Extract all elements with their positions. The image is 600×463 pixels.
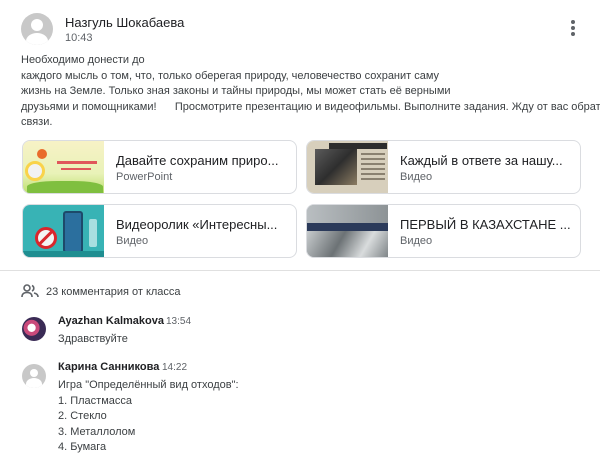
divider [0, 270, 600, 271]
avatar [22, 364, 46, 388]
comment-text: Игра "Определённый вид отходов": 1. Плас… [58, 378, 239, 456]
attachment-title: ПЕРВЫЙ В КАЗАХСТАНЕ ... [400, 217, 571, 232]
attachment-video[interactable]: Видеоролик «Интересны... Видео [22, 204, 297, 258]
comment-text: Здравствуйте [58, 332, 128, 348]
attachment-video[interactable]: ПЕРВЫЙ В КАЗАХСТАНЕ ... Видео [306, 204, 581, 258]
comment-line: Игра "Определённый вид отходов": [58, 379, 239, 391]
post-body-line: связи. [21, 116, 53, 129]
rubble-video-thumbnail [307, 205, 388, 257]
eco-video-thumbnail [23, 205, 104, 257]
attachment-presentation[interactable]: Давайте сохраним приро... PowerPoint [22, 140, 297, 194]
post-body-line: жизнь на Земле. Только зная законы и тай… [21, 85, 451, 98]
comment-line: 1. Пластмасса [58, 394, 133, 407]
post-body-line: друзьями и помощниками! Просмотрите през… [21, 100, 600, 113]
attachment-type: Видео [400, 171, 433, 183]
comment-line: 3. Металлолом [58, 425, 136, 438]
author-avatar[interactable] [21, 13, 53, 45]
attachment-title: Видеоролик «Интересны... [116, 217, 278, 232]
class-comments-link[interactable]: 23 комментария от класса [46, 286, 181, 298]
presentation-thumbnail [23, 141, 104, 193]
attachment-title: Давайте сохраним приро... [116, 153, 279, 168]
more-options-icon[interactable] [566, 18, 580, 38]
people-icon [21, 284, 39, 298]
comment-time: 13:54 [166, 316, 192, 327]
author-name: Назгуль Шокабаева [65, 15, 185, 30]
comment-line: 4. Бумага [58, 441, 107, 453]
post-time: 10:43 [65, 32, 93, 44]
attachment-type: Видео [116, 235, 149, 247]
attachment-type: PowerPoint [116, 171, 173, 183]
comment-author: Ayazhan Kalmakova [58, 315, 164, 327]
attachment-type: Видео [400, 235, 433, 247]
newspaper-video-thumbnail [307, 141, 388, 193]
attachment-video[interactable]: Каждый в ответе за нашу... Видео [306, 140, 581, 194]
post-body: Необходимо донести до каждого мысль о то… [21, 53, 600, 131]
comment-time: 14:22 [162, 362, 188, 373]
stream-post: Назгуль Шокабаева 10:43 Необходимо донес… [0, 0, 600, 463]
attachment-title: Каждый в ответе за нашу... [400, 153, 563, 168]
comment-line: 2. Стекло [58, 410, 107, 422]
comment-line: Здравствуйте [58, 333, 128, 345]
post-body-line: каждого мысль о том, что, только оберега… [21, 69, 440, 82]
avatar [22, 317, 46, 341]
post-body-line: Необходимо донести до [21, 54, 145, 66]
comment-author: Карина Санникова [58, 361, 160, 373]
